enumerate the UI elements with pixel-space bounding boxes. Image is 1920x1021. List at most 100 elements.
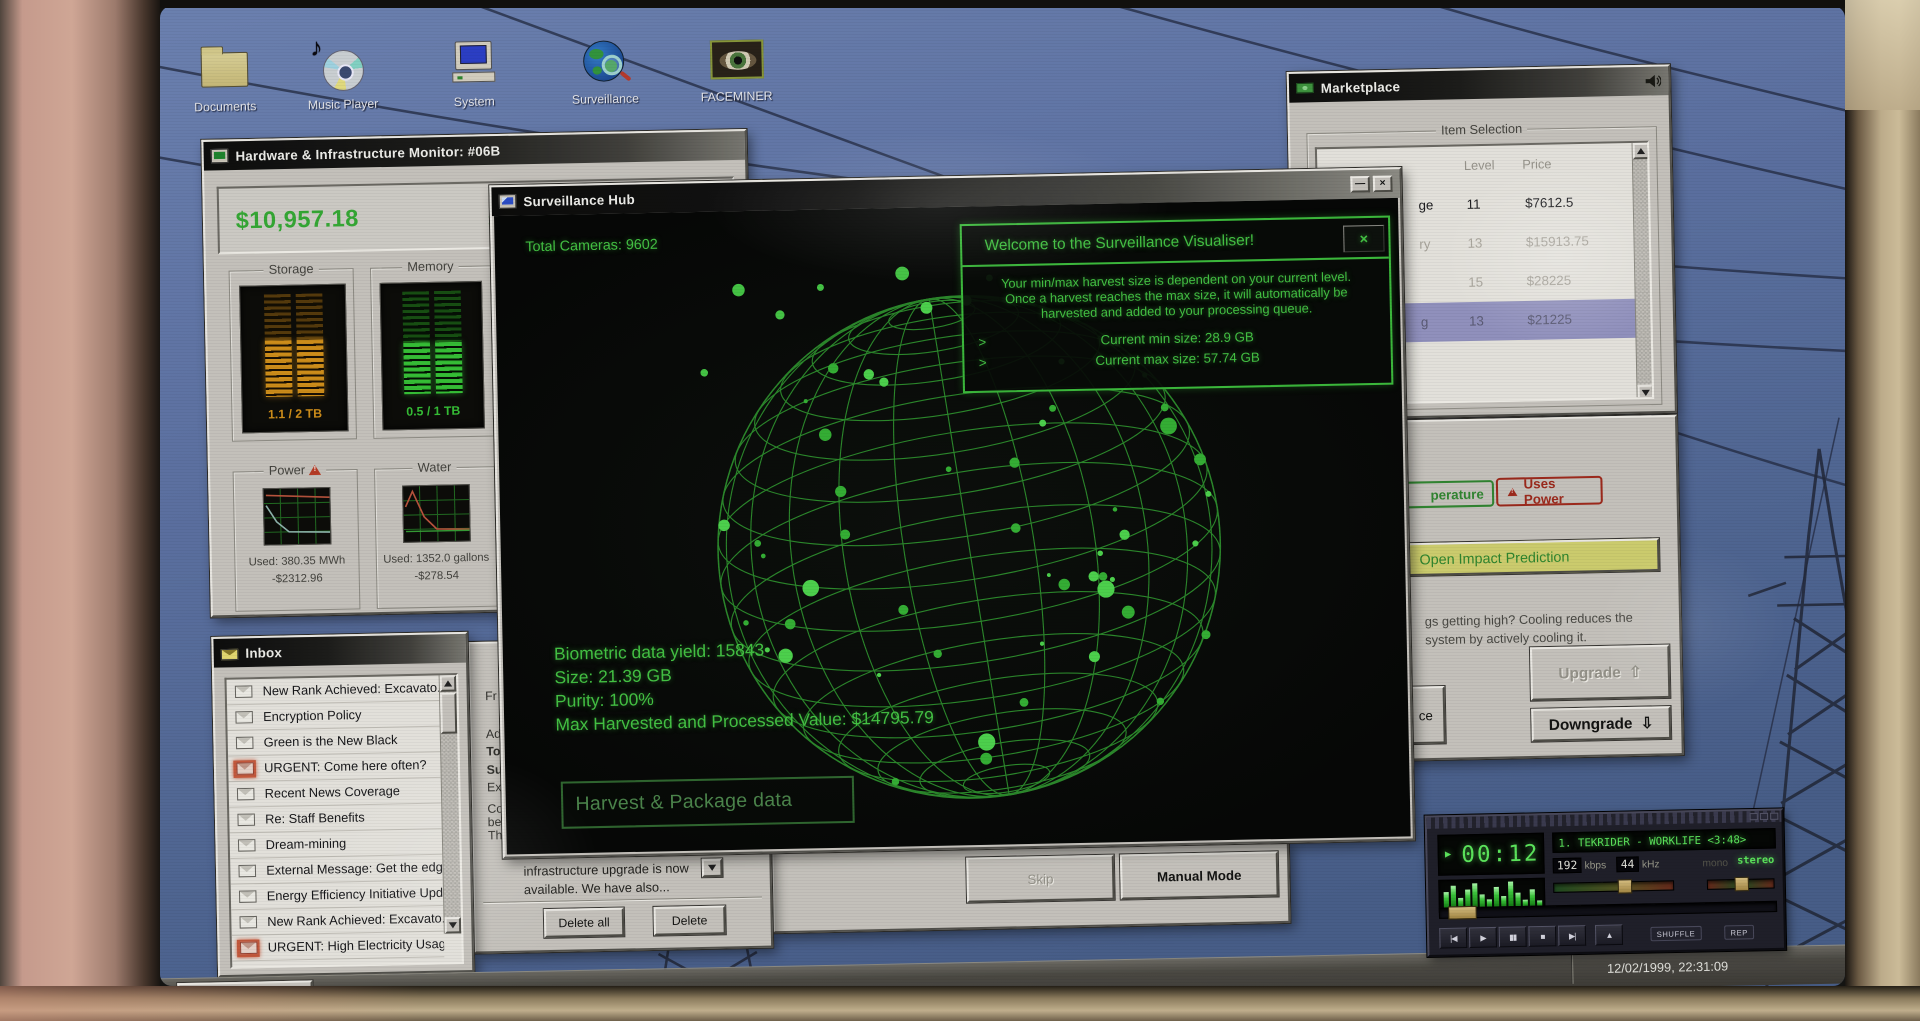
desktop-icon-faceminer[interactable]: FACEMINER (688, 33, 784, 105)
desktop-icon-surveillance[interactable]: Surveillance (557, 36, 653, 108)
eject-button[interactable]: ▲ (1595, 924, 1623, 945)
folder-icon (201, 52, 249, 88)
play-button[interactable]: ▶ (1469, 927, 1497, 948)
scroll-up-button[interactable] (440, 675, 457, 692)
manual-mode-button[interactable]: Manual Mode (1120, 851, 1279, 899)
down-arrow-icon: ⇩ (1640, 714, 1653, 733)
bezel-bottom (0, 986, 1920, 1021)
storage-panel: Storage 1.1 / 2 TB (229, 268, 357, 442)
uses-power-badge: Uses Power (1496, 476, 1603, 507)
scroll-up-button[interactable] (1633, 143, 1650, 160)
bezel-right (1845, 0, 1920, 1021)
taskbar-clock[interactable]: 12/02/1999, 22:31:09 (1571, 951, 1762, 984)
dialog-close-button[interactable]: × (1343, 225, 1385, 252)
scroll-down-button[interactable] (445, 917, 462, 934)
triangle-down-icon (708, 865, 716, 871)
volume-slider[interactable] (1553, 880, 1674, 893)
next-button[interactable]: ▶| (1558, 925, 1586, 946)
scroll-down-button[interactable] (1637, 385, 1654, 402)
player-close-button[interactable] (1770, 813, 1778, 820)
scrollbar-thumb[interactable] (440, 693, 457, 734)
delete-all-button[interactable]: Delete all (544, 908, 625, 938)
bezel-left (0, 0, 160, 1021)
column-header-level: Level (1464, 158, 1495, 173)
envelope-icon (237, 939, 260, 957)
processing-window: Skip Manual Mode (771, 841, 1290, 933)
inbox-window: Inbox New Rank Achieved: Excavato...Encr… (211, 632, 474, 977)
mk-price: $7612.5 (1525, 194, 1573, 210)
cash-icon (1296, 83, 1314, 94)
player-minimize-button[interactable] (1750, 813, 1758, 820)
mail-subject: New Rank Achieved: Excavato... (262, 680, 439, 698)
samplerate-value: 44 (1616, 856, 1639, 872)
mk-name: g (1421, 314, 1429, 330)
upgrade-button[interactable]: Upgrade⇧ (1530, 645, 1670, 701)
downgrade-button[interactable]: Downgrade⇩ (1531, 706, 1671, 742)
storage-gauge: 1.1 / 2 TB (239, 284, 349, 434)
inbox-item[interactable]: URGENT: High Electricity Usage (232, 932, 445, 962)
balance-thumb[interactable] (1734, 877, 1749, 892)
stop-button[interactable]: ■ (1528, 926, 1556, 947)
envelope-icon (232, 683, 255, 701)
power-graph (263, 487, 332, 546)
inbox-titlebar[interactable]: Inbox (213, 634, 466, 668)
desktop-icon-documents[interactable]: Documents (177, 43, 273, 115)
envelope-icon (235, 862, 258, 880)
bezel-top (0, 0, 1920, 8)
power-warning-icon (309, 465, 322, 475)
dialog-title: Welcome to the Surveillance Visualiser! (962, 218, 1389, 268)
marketplace-titlebar[interactable]: Marketplace (1289, 66, 1669, 102)
bitrate-value: 192 (1553, 858, 1582, 874)
previous-button[interactable]: |◀ (1439, 928, 1467, 949)
email-field-stub: Th (488, 828, 503, 843)
icon-label: Music Player (296, 96, 391, 112)
email-field-stub: Ad (486, 726, 501, 741)
bullet-icon: > (979, 355, 987, 371)
pause-button[interactable]: ▮▮ (1499, 926, 1527, 947)
desktop-icon-music-player[interactable]: ♪ Music Player (295, 41, 391, 113)
welcome-dialog: Welcome to the Surveillance Visualiser! … (960, 216, 1394, 394)
music-player: ▶ 00:12 1. TEKRIDER - WORKLIFE <3:48> 19… (1425, 808, 1787, 957)
icon-label: System (427, 94, 522, 110)
water-graph (402, 484, 471, 543)
skip-button[interactable]: Skip (966, 855, 1114, 903)
water-cost: -$278.54 (377, 569, 496, 584)
cd-icon (323, 50, 365, 92)
player-shade-button[interactable] (1760, 813, 1768, 820)
time-display: ▶ 00:12 (1437, 833, 1544, 876)
email-field-stub: To (486, 744, 500, 759)
surveillance-window-icon (499, 194, 517, 209)
mk-level: 13 (1467, 235, 1482, 251)
water-panel: Water Used: 1352.0 gallons -$278.54 (374, 466, 498, 609)
item-selection-label: Item Selection (1436, 122, 1528, 138)
minimize-button[interactable]: — (1350, 176, 1370, 193)
power-used: Used: 380.35 MWh (235, 554, 358, 569)
mail-subject: Dream-mining (266, 836, 347, 852)
memory-panel: Memory 0.5 / 1 TB (370, 265, 494, 439)
harvest-package-button[interactable]: Harvest & Package data (561, 776, 855, 829)
seek-thumb[interactable] (1448, 906, 1477, 920)
track-display[interactable]: 1. TEKRIDER - WORKLIFE <3:48> (1552, 828, 1776, 853)
shuffle-toggle[interactable]: SHUFFLE (1650, 926, 1701, 941)
bezel-corner (1845, 0, 1920, 110)
play-indicator-icon: ▶ (1445, 849, 1451, 860)
repeat-toggle[interactable]: REP (1724, 925, 1754, 940)
stereo-indicator: stereo (1737, 855, 1774, 867)
desktop-icon-system[interactable]: System (426, 38, 522, 110)
monitor-screen: Documents ♪ Music Player System Surveill… (160, 6, 1845, 986)
water-used: Used: 1352.0 gallons (377, 551, 496, 566)
desktop: Documents ♪ Music Player System Surveill… (160, 6, 1845, 986)
triangle-up-icon (444, 680, 452, 686)
mk-level: 15 (1468, 274, 1483, 290)
marketplace-title: Marketplace (1321, 78, 1401, 95)
close-button[interactable]: × (1373, 175, 1393, 192)
email-dropdown-button[interactable] (702, 858, 723, 877)
speaker-icon[interactable] (1645, 74, 1662, 89)
balance-value: $10,957.18 (235, 204, 359, 234)
memory-label: Memory (402, 259, 459, 274)
volume-thumb[interactable] (1618, 879, 1633, 894)
cooling-description: gs getting high? Cooling reduces the sys… (1425, 608, 1634, 649)
bitrate-unit: kbps (1584, 860, 1606, 872)
balance-slider[interactable] (1707, 878, 1775, 890)
delete-button[interactable]: Delete (653, 905, 725, 935)
